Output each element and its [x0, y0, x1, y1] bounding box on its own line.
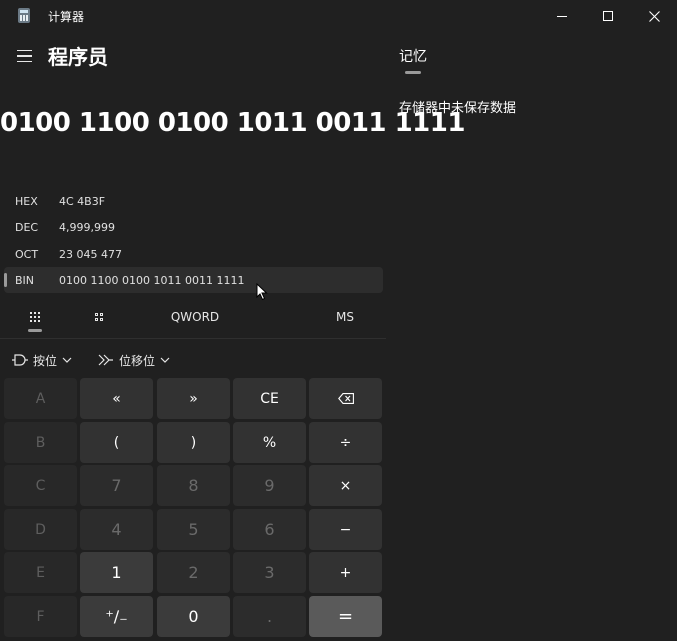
active-tab-indicator	[28, 329, 42, 332]
key-c[interactable]: C	[4, 465, 77, 506]
bit-shift-label: 位移位	[119, 353, 156, 368]
key-negate[interactable]: ⁺∕₋	[80, 596, 153, 637]
radix-value: 4C 4B3F	[59, 195, 106, 208]
word-size-button[interactable]: QWORD	[160, 302, 230, 332]
key-equals[interactable]: =	[309, 596, 382, 637]
key-close-paren[interactable]: )	[157, 422, 230, 463]
chevron-down-icon	[160, 357, 170, 363]
key-clear-entry[interactable]: CE	[233, 378, 306, 419]
bitwise-label: 按位	[33, 353, 58, 368]
bit-shift-icon	[98, 354, 113, 366]
key-5[interactable]: 5	[157, 509, 230, 550]
full-keypad-button[interactable]	[22, 302, 48, 332]
key-divide[interactable]: ÷	[309, 422, 382, 463]
maximize-icon	[603, 11, 613, 21]
minimize-icon	[557, 15, 567, 17]
bit-toggling-keypad-button[interactable]	[86, 302, 112, 332]
chevron-down-icon	[62, 357, 72, 363]
key-a[interactable]: A	[4, 378, 77, 419]
close-icon	[648, 10, 660, 22]
mode-title: 程序员	[48, 45, 108, 69]
radix-row-hex[interactable]: HEX 4C 4B3F	[4, 188, 383, 214]
radix-row-oct[interactable]: OCT 23 045 477	[4, 241, 383, 267]
keypad-toolbar: QWORD MS	[0, 302, 390, 336]
key-f[interactable]: F	[4, 596, 77, 637]
close-button[interactable]	[631, 0, 677, 32]
full-keypad-icon	[30, 312, 40, 322]
key-decimal[interactable]: .	[233, 596, 306, 637]
key-2[interactable]: 2	[157, 552, 230, 593]
radix-label: BIN	[15, 274, 35, 287]
key-b[interactable]: B	[4, 422, 77, 463]
backspace-icon	[337, 393, 354, 404]
radix-label: DEC	[15, 221, 39, 234]
key-add[interactable]: +	[309, 552, 382, 593]
memory-empty-message: 存储器中未保存数据	[399, 101, 517, 116]
key-1[interactable]: 1	[80, 552, 153, 593]
key-rotate-left[interactable]: «	[80, 378, 153, 419]
bit-shift-dropdown[interactable]: 位移位	[98, 346, 170, 374]
key-8[interactable]: 8	[157, 465, 230, 506]
key-modulo[interactable]: %	[233, 422, 306, 463]
bitwise-dropdown[interactable]: 按位	[12, 346, 72, 374]
radix-label: HEX	[15, 195, 38, 208]
hamburger-menu-icon[interactable]	[10, 42, 38, 70]
key-open-paren[interactable]: (	[80, 422, 153, 463]
key-6[interactable]: 6	[233, 509, 306, 550]
divider	[0, 338, 386, 339]
calculator-app-icon	[18, 8, 30, 23]
maximize-button[interactable]	[585, 0, 631, 32]
mouse-pointer-icon	[256, 283, 268, 301]
memory-tab-indicator	[405, 71, 421, 74]
logic-gate-icon	[12, 354, 28, 366]
memory-store-button[interactable]: MS	[325, 302, 365, 332]
key-e[interactable]: E	[4, 552, 77, 593]
bit-toggling-keypad-icon	[95, 313, 103, 321]
radix-row-bin[interactable]: BIN 0100 1100 0100 1011 0011 1111	[4, 267, 383, 293]
key-0[interactable]: 0	[157, 596, 230, 637]
radix-value: 4,999,999	[59, 221, 115, 234]
key-backspace[interactable]	[309, 378, 382, 419]
key-9[interactable]: 9	[233, 465, 306, 506]
key-multiply[interactable]: ×	[309, 465, 382, 506]
key-7[interactable]: 7	[80, 465, 153, 506]
radix-row-dec[interactable]: DEC 4,999,999	[4, 214, 383, 240]
radix-value: 23 045 477	[59, 248, 122, 261]
result-display: 0100 1100 0100 1011 0011 1111	[0, 108, 465, 138]
key-subtract[interactable]: −	[309, 509, 382, 550]
memory-tab[interactable]: 记忆	[399, 46, 427, 66]
key-4[interactable]: 4	[80, 509, 153, 550]
title-bar: 计算器	[0, 0, 677, 32]
minimize-button[interactable]	[539, 0, 585, 32]
key-d[interactable]: D	[4, 509, 77, 550]
radix-label: OCT	[15, 248, 39, 261]
radix-value: 0100 1100 0100 1011 0011 1111	[59, 274, 245, 287]
window-title: 计算器	[48, 10, 85, 24]
key-rotate-right[interactable]: »	[157, 378, 230, 419]
key-3[interactable]: 3	[233, 552, 306, 593]
